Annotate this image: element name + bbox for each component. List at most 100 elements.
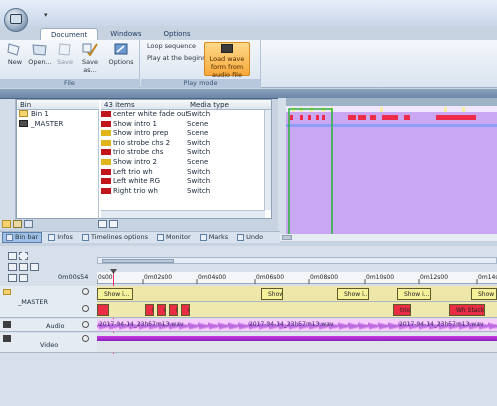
snap-icon[interactable] xyxy=(8,274,17,282)
save-button[interactable]: Save xyxy=(54,42,76,66)
bin-item-row[interactable]: center white fade out Switch xyxy=(101,110,271,120)
switch-clip[interactable]: R xyxy=(157,304,166,316)
bin-item-row[interactable]: Show intro 2 Scene xyxy=(101,158,271,168)
media-color-swatch xyxy=(101,158,111,165)
overview-switch-marker xyxy=(382,115,398,120)
options-icon xyxy=(113,42,129,56)
bin-item-name: Show intro prep xyxy=(113,129,169,138)
folder-icon xyxy=(19,110,28,117)
open-bin-icon[interactable] xyxy=(13,220,22,228)
tracks-area: _MASTER Show i...Show i...Show i...Show … xyxy=(0,286,497,406)
tab-timelines-options[interactable]: Timelines options xyxy=(79,232,151,243)
audio-lane[interactable]: 2017-04-14_23h57m13.wav 2017-04-14_23h57m… xyxy=(97,319,497,332)
bin-item-row[interactable]: Show intro 1 Scene xyxy=(101,120,271,130)
overview-audio-band xyxy=(286,124,497,127)
switch-clip[interactable]: R xyxy=(181,304,190,316)
ruler-tick-label: 0m08s00 xyxy=(310,274,338,281)
bin-horizontal-scrollbar[interactable] xyxy=(101,210,265,218)
track-header-master[interactable]: _MASTER xyxy=(0,286,97,318)
video-clip-bar[interactable] xyxy=(97,336,497,341)
tab-undo-label: Undo xyxy=(246,233,264,241)
time-ruler[interactable]: 0s00 0m02s00 0m04s00 0m06s00 0m08s00 0m10s00 0… xyxy=(97,272,497,284)
scene-clip[interactable]: Show i... xyxy=(397,288,431,300)
tab-monitor[interactable]: Monitor xyxy=(154,232,194,243)
bin-item-row[interactable]: Left trio wh Switch xyxy=(101,168,271,178)
switch-clip[interactable]: Wh Stack xyxy=(449,304,485,316)
bin-folder[interactable]: Bin 1 xyxy=(17,110,98,120)
bin-item-row[interactable]: trio strobe chs Switch xyxy=(101,148,271,158)
track-lock-icon[interactable] xyxy=(82,288,89,295)
scene-clip[interactable]: Show i... xyxy=(97,288,133,300)
icon-view-icon[interactable] xyxy=(98,220,107,228)
scene-clip[interactable]: Show i... xyxy=(261,288,283,300)
zoom-in-icon[interactable] xyxy=(8,263,17,271)
bin-item-name: center white fade out xyxy=(113,110,189,118)
ruler-tick-label: 0s00 xyxy=(98,274,113,281)
overview-viewport-frame[interactable] xyxy=(288,108,333,238)
audio-track-lock-icon[interactable] xyxy=(82,321,89,328)
master-scene-lane[interactable]: Show i... Show i... Show i... Show i... Show… xyxy=(97,286,497,302)
media-type-column-header[interactable]: Media type xyxy=(187,100,271,110)
scene-clip[interactable]: Show i... xyxy=(337,288,369,300)
items-column-header[interactable]: 43 items xyxy=(101,100,187,110)
track-visibility-icon[interactable] xyxy=(82,305,89,312)
ruler-tick-label: 0m14s00 xyxy=(478,274,497,281)
video-lane[interactable] xyxy=(97,333,497,353)
bin-item-type: Switch xyxy=(187,167,211,176)
zoom-out-icon[interactable] xyxy=(19,263,28,271)
switch-clip[interactable]: trio xyxy=(393,304,411,316)
audio-track-label: Audio xyxy=(46,322,65,330)
file-group-label: File xyxy=(0,79,139,88)
tab-document[interactable]: Document xyxy=(40,28,99,40)
bin-item-row[interactable]: Right trio wh Switch xyxy=(101,187,271,197)
save-as-button[interactable]: Save as... xyxy=(77,42,103,74)
video-track-label: Video xyxy=(40,341,59,349)
timeline-horizontal-scrollbar[interactable] xyxy=(97,257,497,264)
ruler-tick-label: 0m04s00 xyxy=(198,274,226,281)
delete-bin-icon[interactable] xyxy=(24,220,33,228)
load-wave-form-button[interactable]: Load wave form from audio file xyxy=(204,42,250,79)
bin-item-row[interactable]: Show intro prep Scene xyxy=(101,129,271,139)
options-button[interactable]: Options xyxy=(106,42,136,66)
zoom-fit-icon[interactable] xyxy=(30,263,39,271)
bin-item-row[interactable]: trio strobe chs 2 Switch xyxy=(101,139,271,149)
new-button[interactable]: New xyxy=(4,42,26,66)
bin-folder[interactable]: _MASTER xyxy=(17,119,98,130)
tab-marks[interactable]: Marks xyxy=(197,232,231,243)
tab-options[interactable]: Options xyxy=(154,28,201,40)
timeline-scroll-thumb[interactable] xyxy=(102,259,174,263)
open-button[interactable]: Open... xyxy=(28,42,52,66)
bin-column-header[interactable]: Bin xyxy=(17,100,99,110)
bin-vertical-scrollbar[interactable] xyxy=(264,110,271,210)
loop-sequence-option[interactable]: Loop sequence xyxy=(147,42,196,50)
clip-label: Wh Stack xyxy=(456,307,485,314)
tab-undo[interactable]: Undo xyxy=(234,232,266,243)
track-header-audio[interactable]: Audio xyxy=(0,319,97,332)
play-mode-group-label: Play mode xyxy=(141,79,260,88)
grid-icon[interactable] xyxy=(19,274,28,282)
quick-access-toolbar[interactable]: ▾ xyxy=(44,11,48,19)
tab-infos[interactable]: Infos xyxy=(45,232,76,243)
save-as-label: Save as... xyxy=(82,58,98,74)
range-tool-icon[interactable] xyxy=(19,252,28,260)
switch-clip[interactable] xyxy=(97,304,109,316)
bin-bar-icon xyxy=(6,234,13,241)
switch-clip[interactable]: R xyxy=(145,304,154,316)
save-icon xyxy=(57,42,73,56)
video-track-lock-icon[interactable] xyxy=(82,335,89,342)
overview-scrollbar[interactable] xyxy=(278,234,497,241)
overview-canvas[interactable] xyxy=(286,106,497,238)
overview-side-strip xyxy=(278,98,286,238)
overview-switch-marker xyxy=(290,115,293,120)
tab-windows[interactable]: Windows xyxy=(100,28,151,40)
overview-scroll-thumb[interactable] xyxy=(282,235,292,240)
master-switch-lane[interactable]: R R L Rtrio Wh Stack xyxy=(97,302,497,318)
scene-clip[interactable]: Show i... xyxy=(471,288,497,300)
tab-bin-bar[interactable]: Bin bar xyxy=(2,232,43,243)
new-bin-icon[interactable] xyxy=(2,220,11,228)
bin-item-row[interactable]: Left white RG Switch xyxy=(101,177,271,187)
select-tool-icon[interactable] xyxy=(8,252,17,260)
list-view-icon[interactable] xyxy=(109,220,118,228)
switch-clip[interactable]: L xyxy=(169,304,178,316)
track-header-video[interactable]: Video xyxy=(0,333,97,353)
